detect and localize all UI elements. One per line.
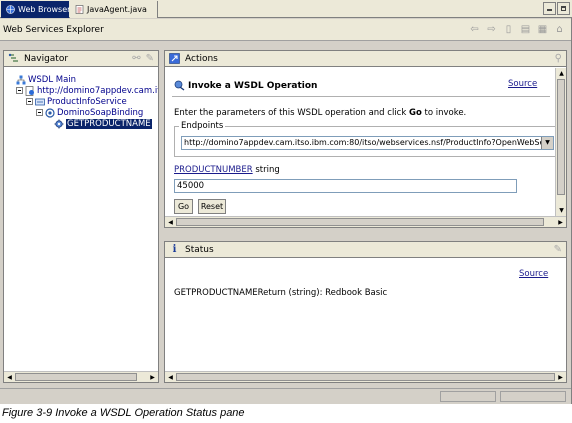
globe-icon xyxy=(6,5,15,14)
explorer-title: Web Services Explorer xyxy=(3,24,104,35)
tree-node-getproductname[interactable]: GETPRODUCTNAME xyxy=(54,118,152,129)
java-file-icon xyxy=(75,5,84,14)
navigator-header: Navigator ⚯ ✎ xyxy=(4,51,158,67)
document-icon[interactable]: ▤ xyxy=(520,24,531,36)
navigator-title: Navigator xyxy=(24,53,69,64)
clear-icon[interactable]: ✎ xyxy=(146,53,154,64)
back-arrow-icon[interactable]: ⇦ xyxy=(469,24,480,36)
operation-title: Invoke a WSDL Operation xyxy=(174,80,317,91)
collapse-icon[interactable] xyxy=(16,87,23,94)
favorites-icon[interactable]: ▦ xyxy=(537,24,548,36)
navigator-pane: Navigator ⚯ ✎ WSDL Main http://domino7ap… xyxy=(3,50,159,383)
status-bar-cell xyxy=(440,391,496,402)
info-icon: i xyxy=(172,244,177,255)
go-button[interactable]: Go xyxy=(174,199,193,214)
scroll-thumb[interactable] xyxy=(15,373,137,381)
parameter-label: PRODUCTNUMBER string xyxy=(174,165,280,175)
binding-icon xyxy=(45,107,55,118)
tab-web-browser-label: Web Browser xyxy=(18,5,71,14)
endpoints-legend: Endpoints xyxy=(179,121,226,131)
tree-node-wsdl-main[interactable]: WSDL Main xyxy=(16,74,76,85)
status-bar-cell xyxy=(500,391,566,402)
collapse-icon[interactable] xyxy=(26,98,33,105)
productnumber-input[interactable] xyxy=(174,179,517,193)
forward-arrow-icon[interactable]: ⇨ xyxy=(486,24,497,36)
reset-button[interactable]: Reset xyxy=(198,199,226,214)
status-result: GETPRODUCTNAMEReturn (string): Redbook B… xyxy=(174,288,388,298)
link-icon[interactable]: ⚯ xyxy=(132,53,140,64)
tree-node-product-info-service[interactable]: ProductInfoService xyxy=(26,96,127,107)
maximize-icon[interactable] xyxy=(557,2,570,15)
collapse-icon[interactable] xyxy=(36,109,43,116)
productnumber-link[interactable]: PRODUCTNUMBER xyxy=(174,165,253,175)
tab-java-agent-label: JavaAgent.java xyxy=(87,5,147,14)
tree-node-service-url[interactable]: http://domino7appdev.cam.itso.ibm.com:80… xyxy=(16,85,158,96)
web-services-explorer-window: Web Browser ✕ JavaAgent.java Web Service… xyxy=(0,0,572,404)
explorer-header: Web Services Explorer ⇦ ⇨ ▯ ▤ ▦ ⌂ xyxy=(0,19,571,41)
tab-web-browser[interactable]: Web Browser ✕ xyxy=(1,1,82,18)
wsdl-main-icon xyxy=(16,75,26,85)
navigator-horizontal-scrollbar[interactable]: ◀ ▶ xyxy=(4,371,158,382)
divider xyxy=(172,96,550,97)
actions-source-link[interactable]: Source xyxy=(508,79,537,89)
status-pane: i Status ✎ Source GETPRODUCTNAMEReturn (… xyxy=(164,241,567,383)
scroll-left-icon[interactable]: ◀ xyxy=(166,373,175,382)
endpoint-select[interactable]: http://domino7appdev.cam.itso.ibm.com:80… xyxy=(181,136,554,150)
tree-node-domino-soap-binding[interactable]: DominoSoapBinding xyxy=(36,107,143,118)
actions-header: Actions ⚲ xyxy=(165,51,566,67)
clear-status-icon[interactable]: ✎ xyxy=(554,244,562,255)
window-controls xyxy=(543,2,570,15)
minimize-icon[interactable] xyxy=(543,2,556,15)
figure-caption: Figure 3-9 Invoke a WSDL Operation Statu… xyxy=(2,407,245,419)
navigator-icon xyxy=(8,53,19,64)
scroll-right-icon[interactable]: ▶ xyxy=(556,218,565,227)
invoke-operation-icon xyxy=(174,80,185,91)
page-icon[interactable]: ▯ xyxy=(503,24,514,36)
tab-java-agent[interactable]: JavaAgent.java xyxy=(70,1,158,18)
scroll-up-icon[interactable]: ▲ xyxy=(557,69,566,78)
chevron-down-icon[interactable]: ▼ xyxy=(541,137,553,149)
actions-icon xyxy=(169,53,180,64)
status-horizontal-scrollbar[interactable]: ◀ ▶ xyxy=(165,371,566,382)
scroll-thumb[interactable] xyxy=(176,373,555,381)
status-source-link[interactable]: Source xyxy=(519,269,548,279)
actions-title: Actions xyxy=(185,53,218,64)
scroll-right-icon[interactable]: ▶ xyxy=(556,373,565,382)
maximize-pane-icon[interactable]: ⚲ xyxy=(555,53,562,64)
status-title: Status xyxy=(185,244,214,255)
editor-tab-strip: Web Browser ✕ JavaAgent.java xyxy=(0,0,572,18)
navigator-tree: WSDL Main http://domino7appdev.cam.itso.… xyxy=(4,69,158,370)
scroll-down-icon[interactable]: ▼ xyxy=(557,206,566,215)
home-icon[interactable]: ⌂ xyxy=(554,24,565,36)
scroll-thumb[interactable] xyxy=(557,79,565,195)
parameter-type: string xyxy=(252,165,280,175)
actions-vertical-scrollbar[interactable]: ▲ ▼ xyxy=(555,68,566,216)
endpoints-group: Endpoints http://domino7appdev.cam.itso.… xyxy=(174,121,557,157)
instructions: Enter the parameters of this WSDL operat… xyxy=(174,108,467,118)
wsdl-document-icon xyxy=(25,85,35,96)
operation-title-text: Invoke a WSDL Operation xyxy=(188,80,318,91)
status-header: i Status ✎ xyxy=(165,242,566,258)
service-icon xyxy=(35,97,45,107)
actions-horizontal-scrollbar[interactable]: ◀ ▶ xyxy=(165,216,566,227)
scroll-thumb[interactable] xyxy=(176,218,544,226)
actions-pane: Actions ⚲ Invoke a WSDL Operation Source… xyxy=(164,50,567,228)
scroll-left-icon[interactable]: ◀ xyxy=(166,218,175,227)
scroll-right-icon[interactable]: ▶ xyxy=(148,373,157,382)
operation-gear-icon xyxy=(54,119,64,129)
bottom-status-bar xyxy=(0,388,571,404)
scroll-left-icon[interactable]: ◀ xyxy=(5,373,14,382)
explorer-toolbar: ⇦ ⇨ ▯ ▤ ▦ ⌂ xyxy=(469,24,565,36)
